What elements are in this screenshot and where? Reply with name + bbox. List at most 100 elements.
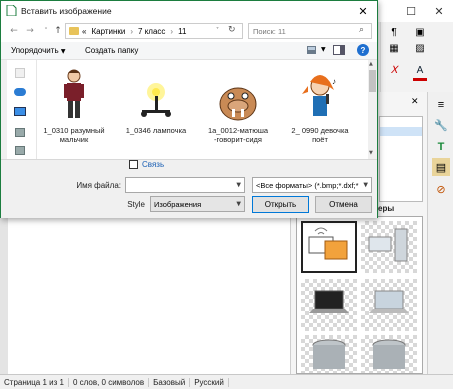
- styles-icon[interactable]: T: [432, 138, 450, 156]
- filename-dropdown-icon[interactable]: ▼: [236, 182, 241, 189]
- file-item[interactable]: 1_0346 лампочка: [119, 60, 193, 159]
- file-item[interactable]: 1_0310 разумный мальчик: [37, 60, 111, 159]
- file-type-dropdown-icon[interactable]: ▼: [363, 181, 368, 189]
- style-label: Style: [127, 200, 145, 209]
- file-list-scrollbar[interactable]: ▲ ▼: [368, 60, 377, 159]
- file-name: 2_ 0990 девочка поёт: [291, 126, 349, 144]
- svg-text:♪: ♪: [332, 77, 336, 86]
- gallery-icon[interactable]: ▤: [432, 158, 450, 176]
- file-name: 1а_0012-матюша -говорит-сидя: [207, 126, 269, 144]
- style-dropdown-icon[interactable]: ▼: [236, 201, 241, 208]
- address-dropdown-icon[interactable]: ˅: [216, 27, 219, 34]
- font-color-icon[interactable]: A: [411, 62, 429, 78]
- search-icon[interactable]: ⌕: [359, 25, 364, 35]
- singing-girl-clipart-icon: ♪: [295, 66, 345, 122]
- navigation-pane[interactable]: [7, 60, 37, 160]
- filename-label: Имя файла:: [76, 181, 121, 190]
- file-type-select[interactable]: <Все форматы> (*.bmp;*.dxf;* ▼: [252, 177, 372, 193]
- file-type-value: <Все форматы> (*.bmp;*.dxf;*: [256, 180, 359, 190]
- status-style[interactable]: Базовый: [149, 377, 191, 387]
- folder-icon: [69, 27, 79, 35]
- open-button[interactable]: Открыть: [252, 196, 309, 213]
- link-label: Связь: [142, 160, 165, 169]
- search-input[interactable]: Поиск: 11 ⌕: [248, 23, 372, 39]
- this-pc-icon[interactable]: [14, 107, 26, 116]
- onedrive-icon[interactable]: [14, 88, 26, 96]
- formatting-toolbar: ¶ ▣ ▦ ▨ Ⅹ A: [380, 22, 453, 92]
- style-select[interactable]: Изображения ▼: [150, 196, 245, 212]
- insert-image-icon[interactable]: ▨: [411, 40, 429, 56]
- style-value: Изображения: [154, 199, 202, 209]
- file-list: 1_0310 разумный мальчик 1_0346 лампочка: [37, 60, 368, 159]
- breadcrumb-prefix[interactable]: «: [82, 27, 86, 36]
- breadcrumb: « Картинки › 7 класс › 11: [82, 27, 186, 36]
- breadcrumb-item-pictures[interactable]: Картинки: [91, 27, 125, 36]
- document-canvas[interactable]: [0, 217, 290, 374]
- command-bar: Упорядочить ▼ Создать папку ▼ ?: [1, 42, 377, 60]
- table-icon[interactable]: ▦: [385, 40, 403, 56]
- statusbar: Страница 1 из 1 0 слов, 0 символов Базов…: [0, 374, 453, 389]
- search-placeholder: Поиск: 11: [253, 27, 286, 36]
- drive-icon[interactable]: [15, 128, 25, 137]
- organize-label: Упорядочить: [11, 46, 59, 55]
- wrench-icon[interactable]: 🔧: [432, 116, 450, 134]
- refresh-icon[interactable]: ↻: [228, 25, 236, 35]
- walrus-clipart-icon: [213, 66, 263, 122]
- lamp-clipart-icon: [131, 66, 181, 122]
- dialog-titlebar: Вставить изображение ✕: [1, 1, 377, 21]
- dialog-title: Вставить изображение: [21, 6, 112, 16]
- up-icon[interactable]: ↑: [51, 24, 65, 38]
- gallery-item-laptop[interactable]: [301, 279, 357, 331]
- close-icon[interactable]: ✕: [425, 0, 453, 22]
- preview-pane-icon[interactable]: [333, 45, 345, 55]
- file-item[interactable]: 1а_0012-матюша -говорит-сидя: [201, 60, 275, 159]
- app-logo-icon: [6, 4, 17, 17]
- status-language[interactable]: Русский: [190, 377, 229, 387]
- breadcrumb-separator: ›: [170, 27, 174, 36]
- scroll-down-icon[interactable]: ▼: [369, 150, 373, 156]
- scroll-up-icon[interactable]: ▲: [369, 61, 373, 67]
- scrollbar-thumb[interactable]: [369, 70, 376, 92]
- sidebar-list-selected[interactable]: [380, 127, 422, 136]
- clear-format-icon[interactable]: Ⅹ: [385, 62, 403, 78]
- breadcrumb-item-grade[interactable]: 7 класс: [138, 27, 165, 36]
- format-paint-icon[interactable]: ▣: [411, 24, 429, 40]
- forward-icon[interactable]: →: [23, 24, 37, 38]
- link-checkbox[interactable]: [129, 160, 138, 169]
- gallery-item-database-2[interactable]: [361, 335, 417, 373]
- close-sidebar-icon[interactable]: ✕: [411, 96, 423, 106]
- navigator-icon[interactable]: ⊘: [432, 180, 450, 198]
- file-name: 1_0310 разумный мальчик: [43, 126, 105, 144]
- gallery-item-server[interactable]: [361, 221, 417, 273]
- help-icon[interactable]: ?: [357, 44, 369, 56]
- back-icon[interactable]: ←: [7, 24, 21, 38]
- address-bar[interactable]: « Картинки › 7 класс › 11 ˅ ↻: [65, 23, 243, 39]
- gallery-item-laptop-silver[interactable]: [361, 279, 417, 331]
- filename-input[interactable]: ▼: [125, 177, 245, 193]
- font-color-swatch: [413, 78, 427, 81]
- drive-icon[interactable]: [15, 146, 25, 155]
- gallery-item-database[interactable]: [301, 335, 357, 373]
- view-options-icon[interactable]: [307, 45, 319, 55]
- cancel-button[interactable]: Отмена: [315, 196, 372, 213]
- sidebar-list[interactable]: [379, 116, 423, 202]
- organize-button[interactable]: Упорядочить ▼: [11, 46, 65, 55]
- file-item[interactable]: ♪ 2_ 0990 девочка поёт: [283, 60, 357, 159]
- menu-icon[interactable]: ≡: [432, 96, 450, 114]
- view-chevron-icon[interactable]: ▼: [321, 46, 326, 53]
- maximize-icon[interactable]: ☐: [397, 0, 425, 22]
- quick-access-icon[interactable]: [15, 68, 25, 78]
- gallery-grid[interactable]: [296, 216, 423, 374]
- dialog-close-icon[interactable]: ✕: [349, 1, 377, 21]
- style-icon[interactable]: ¶: [385, 24, 403, 40]
- status-words[interactable]: 0 слов, 0 символов: [69, 377, 150, 387]
- document-margin: [0, 217, 8, 374]
- breadcrumb-item-folder[interactable]: 11: [178, 27, 186, 36]
- dialog-footer: Связь Имя файла: ▼ <Все форматы> (*.bmp;…: [1, 159, 377, 218]
- gallery-item-network[interactable]: [301, 221, 357, 273]
- gallery-title: еры: [378, 204, 395, 213]
- file-name: 1_0346 лампочка: [125, 126, 187, 135]
- new-folder-button[interactable]: Создать папку: [85, 46, 138, 55]
- sidebar-tabbar: ≡ 🔧 T ▤ ⊘: [427, 92, 453, 374]
- status-page[interactable]: Страница 1 из 1: [0, 377, 69, 387]
